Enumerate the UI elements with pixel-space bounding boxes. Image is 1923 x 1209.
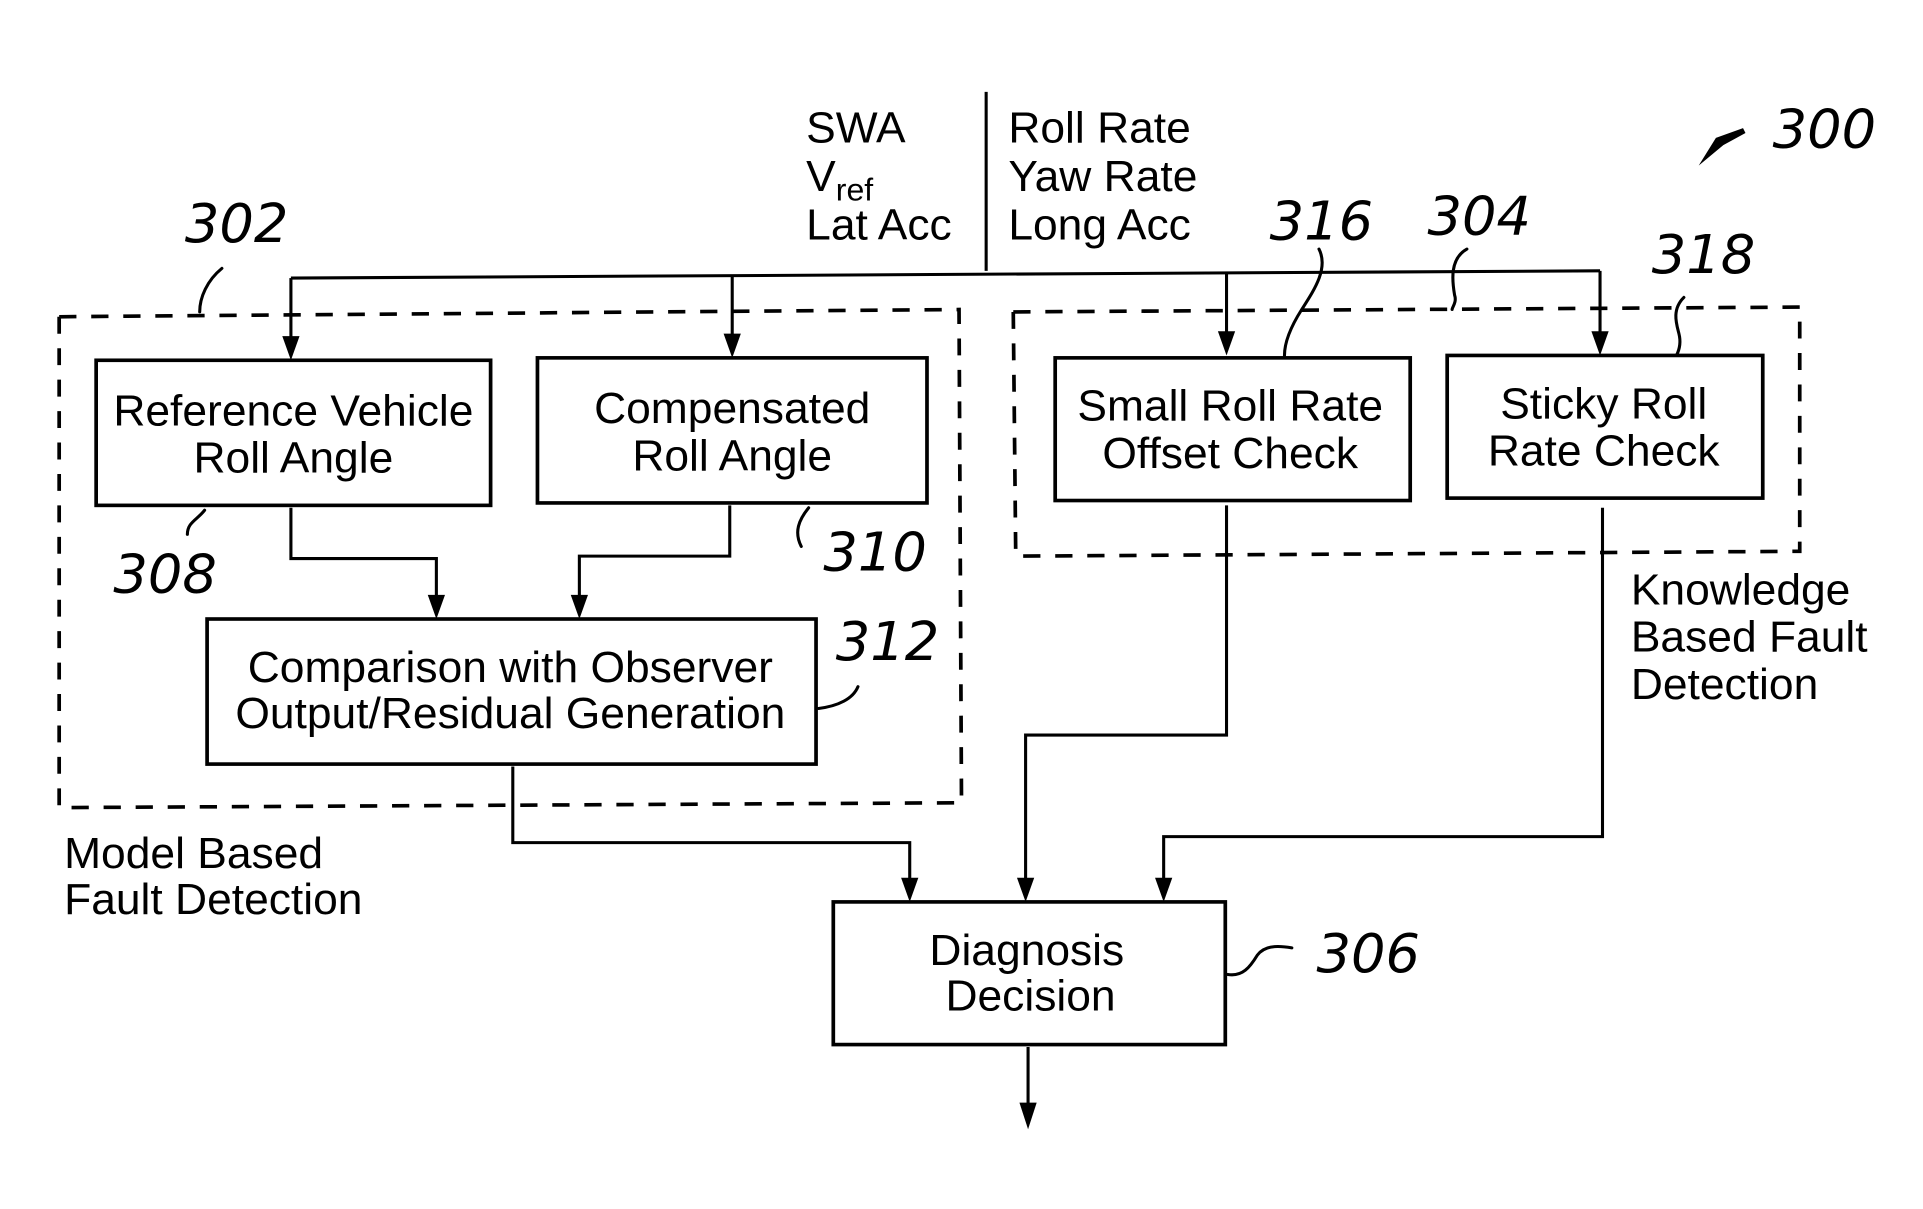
connector-comp-to-comparison — [577, 505, 732, 598]
ref-302: 302 — [185, 192, 289, 254]
input-vref: Vref — [806, 152, 873, 207]
block-sticky-roll-rate[interactable]: Sticky Roll Rate Check — [1445, 353, 1765, 500]
input-yaw-rate: Yaw Rate — [1008, 152, 1197, 201]
leader-302 — [198, 266, 224, 314]
input-roll-rate: Roll Rate — [1008, 104, 1190, 153]
knowledge-based-label-line3: Detection — [1631, 660, 1818, 709]
ref-306: 306 — [1317, 923, 1421, 985]
input-bus — [290, 269, 1601, 280]
connector-sticky-to-diagnosis — [1162, 507, 1605, 881]
arrow-down-icon — [570, 594, 588, 620]
output-arrow-icon — [1019, 1102, 1037, 1130]
input-lat-acc: Lat Acc — [806, 201, 952, 250]
svg-text:Roll Angle: Roll Angle — [632, 432, 832, 481]
connector-ref-to-comparison — [289, 507, 438, 598]
figure-pointer-arrow-icon — [1698, 128, 1746, 166]
knowledge-based-label-line1: Knowledge — [1631, 566, 1851, 615]
block-compensated-roll-angle[interactable]: Compensated Roll Angle — [535, 356, 929, 505]
ref-312: 312 — [836, 611, 940, 673]
ref-308: 308 — [113, 543, 217, 605]
leader-310 — [796, 506, 811, 548]
leader-316 — [1282, 247, 1324, 357]
svg-text:Output/Residual Generation: Output/Residual Generation — [235, 689, 785, 738]
svg-text:Compensated: Compensated — [594, 385, 870, 434]
leader-318 — [1674, 295, 1686, 357]
svg-text:Offset Check: Offset Check — [1102, 429, 1359, 478]
svg-text:Small Roll Rate: Small Roll Rate — [1077, 382, 1383, 431]
ref-304: 304 — [1427, 185, 1531, 247]
ref-316: 316 — [1270, 190, 1374, 252]
svg-text:Decision: Decision — [945, 972, 1115, 1021]
connector-offset-to-diagnosis — [1024, 505, 1229, 881]
model-based-label-line2: Fault Detection — [64, 875, 362, 924]
svg-text:Sticky Roll: Sticky Roll — [1500, 380, 1707, 429]
block-reference-roll-angle[interactable]: Reference Vehicle Roll Angle — [94, 358, 493, 508]
block-small-roll-rate-offset[interactable]: Small Roll Rate Offset Check — [1053, 356, 1413, 503]
ref-310: 310 — [823, 521, 927, 583]
fault-detection-diagram: 300 SWA Vref Lat Acc Roll Rate Yaw Rate … — [57, 91, 1877, 1130]
leader-306 — [1226, 945, 1294, 977]
ref-318: 318 — [1652, 224, 1756, 286]
connector-comparison-to-diagnosis — [511, 766, 912, 881]
knowledge-based-label-line2: Based Fault — [1631, 613, 1868, 662]
input-signals: SWA Vref Lat Acc Roll Rate Yaw Rate Long… — [806, 91, 1197, 271]
arrow-down-icon — [1155, 877, 1173, 902]
arrow-down-icon — [427, 594, 446, 620]
svg-text:Roll Angle: Roll Angle — [193, 434, 393, 483]
figure-number: 300 — [1698, 98, 1877, 166]
arrow-down-icon — [1016, 877, 1035, 902]
arrow-down-icon — [1591, 331, 1609, 356]
arrow-down-icon — [1217, 331, 1236, 356]
arrow-down-icon — [723, 333, 741, 358]
leader-312 — [816, 685, 860, 710]
block-comparison[interactable]: Comparison with Observer Output/Residual… — [205, 617, 818, 766]
block-diagnosis-decision[interactable]: Diagnosis Decision — [831, 900, 1228, 1047]
leader-304 — [1450, 247, 1469, 312]
arrow-down-icon — [901, 877, 919, 902]
svg-text:Rate Check: Rate Check — [1488, 427, 1721, 476]
arrow-down-icon — [282, 336, 300, 361]
svg-text:Comparison with Observer: Comparison with Observer — [248, 643, 773, 692]
leader-308 — [185, 508, 207, 536]
svg-text:Reference Vehicle: Reference Vehicle — [113, 387, 473, 436]
svg-text:Diagnosis: Diagnosis — [929, 926, 1124, 975]
input-long-acc: Long Acc — [1008, 201, 1191, 250]
model-based-label-line1: Model Based — [64, 829, 323, 878]
input-swa: SWA — [806, 104, 906, 153]
figure-number-label: 300 — [1773, 98, 1877, 160]
